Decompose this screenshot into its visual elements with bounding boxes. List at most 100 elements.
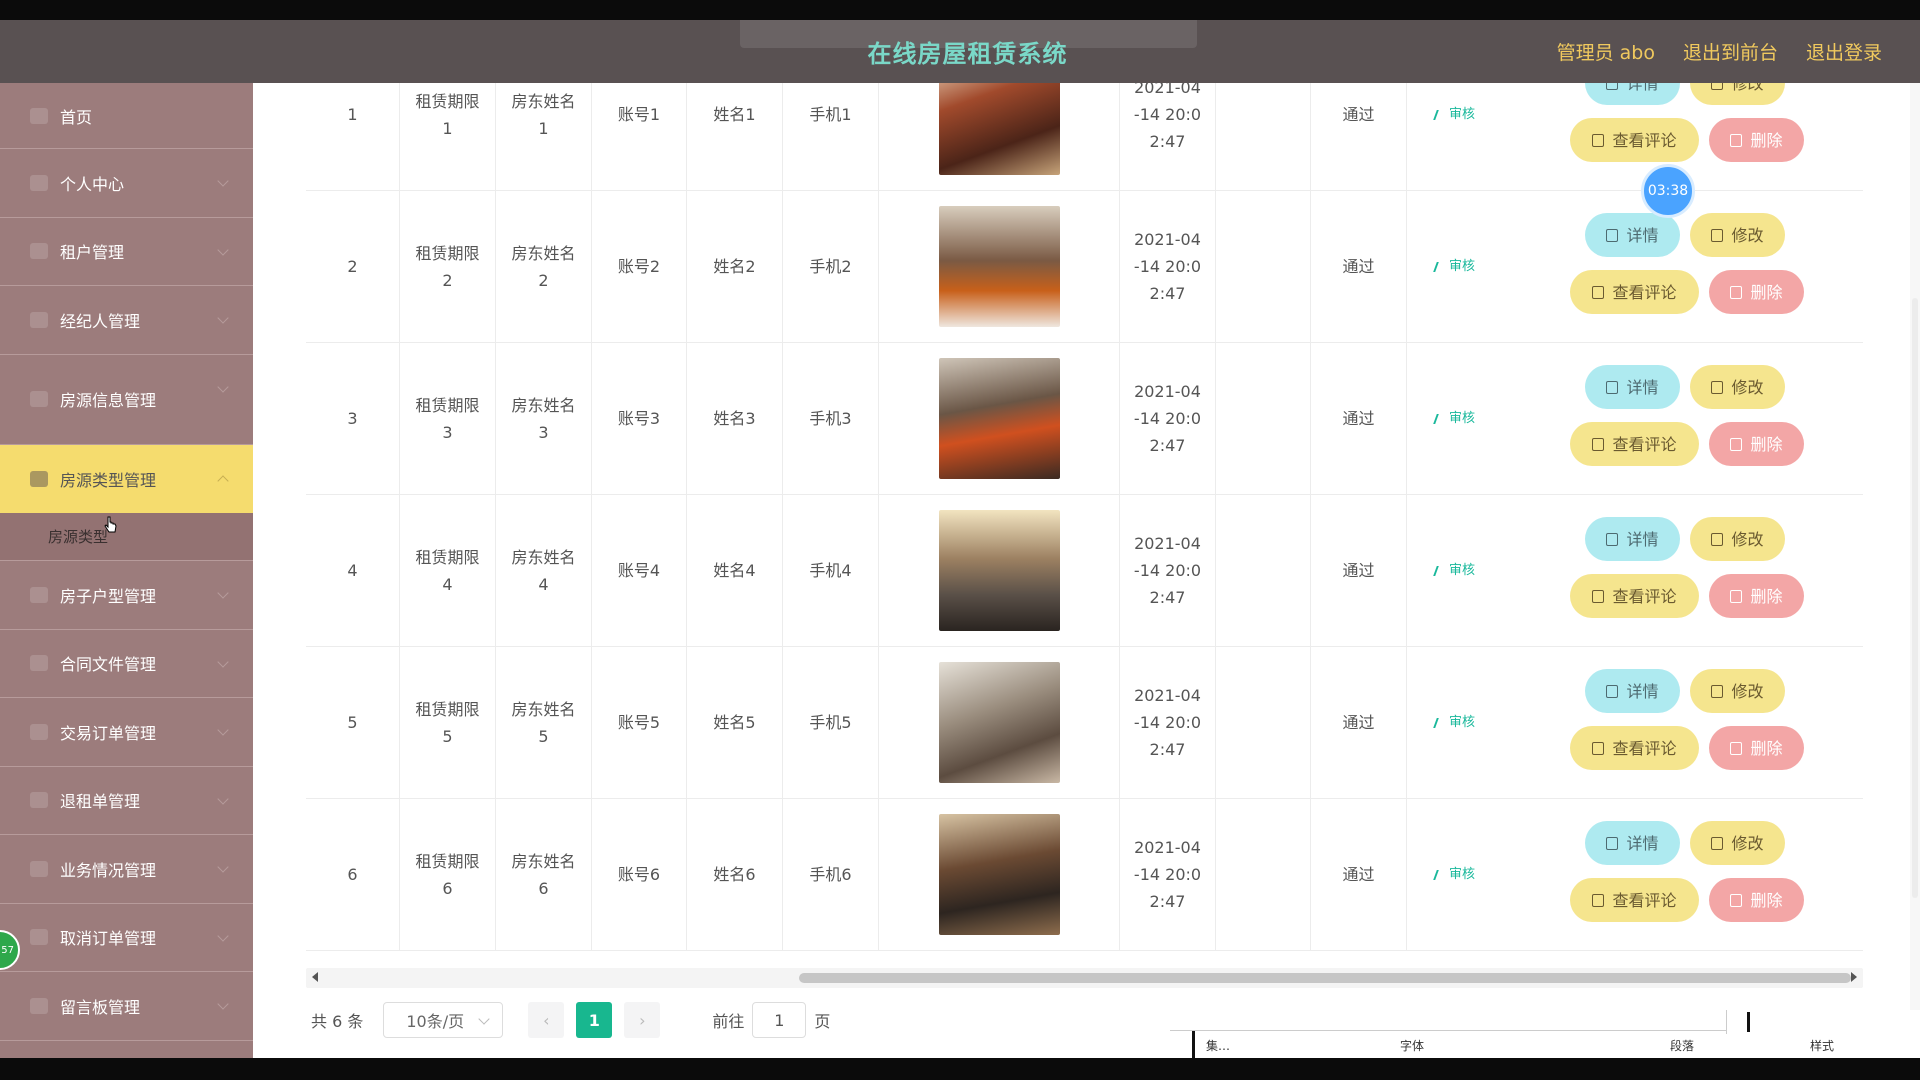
goto-page-input[interactable]: 1 — [752, 1002, 807, 1038]
text: 2 — [442, 270, 453, 290]
sidebar-subitem-listing-type[interactable]: 房源类型 — [0, 513, 253, 561]
sidebar-item-business[interactable]: 业务情况管理 — [0, 835, 253, 904]
cell-status: 通过 — [1311, 495, 1407, 646]
view-reviews-button[interactable]: 查看评论 — [1570, 422, 1699, 466]
page-number-current[interactable]: 1 — [576, 1002, 613, 1038]
document-icon — [1606, 228, 1619, 242]
detail-button[interactable]: 详情 — [1585, 517, 1680, 561]
vertical-scrollbar[interactable] — [1910, 83, 1920, 1058]
scrollbar-thumb[interactable] — [1912, 298, 1918, 898]
audit-link[interactable]: 审核 — [1433, 405, 1475, 432]
sidebar-item-label: 房源信息管理 — [60, 391, 157, 410]
view-reviews-button[interactable]: 查看评论 — [1570, 878, 1699, 922]
next-page-button[interactable]: › — [624, 1002, 661, 1038]
document-icon — [1606, 532, 1619, 546]
cell-account: 账号3 — [592, 343, 687, 494]
chevron-down-icon — [217, 175, 229, 187]
audit-link[interactable]: 审核 — [1433, 861, 1475, 888]
delete-button[interactable]: 删除 — [1709, 118, 1804, 162]
audit-link[interactable]: 审核 — [1433, 253, 1475, 280]
sidebar-item-personal-center[interactable]: 个人中心 — [0, 149, 253, 218]
cell-actions: 详情 修改 查看评论 删除 — [1503, 343, 1863, 494]
cell-phone: 手机1 — [783, 83, 879, 190]
scroll-left-icon[interactable] — [312, 972, 318, 982]
button-label: 删除 — [1750, 434, 1783, 454]
sidebar-item-listing-types[interactable]: 房源类型管理 — [0, 444, 253, 513]
view-reviews-button[interactable]: 查看评论 — [1570, 270, 1699, 314]
sidebar-item-orders[interactable]: 交易订单管理 — [0, 698, 253, 767]
edit-button[interactable]: 修改 — [1690, 83, 1785, 105]
detail-button[interactable]: 详情 — [1585, 365, 1680, 409]
logout-link[interactable]: 退出登录 — [1806, 38, 1882, 65]
cell-audit: 审核 — [1407, 191, 1503, 342]
scrollbar-thumb[interactable] — [799, 973, 1851, 983]
view-reviews-button[interactable]: 查看评论 — [1570, 118, 1699, 162]
room-photo[interactable] — [938, 83, 1060, 175]
room-photo[interactable] — [938, 814, 1060, 935]
cell-index: 3 — [306, 343, 400, 494]
cell-status: 通过 — [1311, 191, 1407, 342]
sidebar-item-listings[interactable]: 房源信息管理 — [0, 355, 253, 445]
view-reviews-button[interactable]: 查看评论 — [1570, 574, 1699, 618]
audit-link[interactable]: 审核 — [1433, 709, 1475, 736]
sidebar-item-cancellations[interactable]: 取消订单管理 — [0, 904, 253, 972]
sidebar-item-agents[interactable]: 经纪人管理 — [0, 286, 253, 355]
sidebar-subitem-label: 房源类型 — [48, 528, 109, 546]
sidebar-item-tenants[interactable]: 租户管理 — [0, 218, 253, 286]
audit-label: 审核 — [1448, 259, 1475, 274]
edit-button[interactable]: 修改 — [1690, 517, 1785, 561]
delete-button[interactable]: 删除 — [1709, 726, 1804, 770]
sidebar-item-label: 交易订单管理 — [60, 723, 157, 743]
chevron-down-icon — [217, 724, 229, 736]
exit-to-frontend-link[interactable]: 退出到前台 — [1683, 38, 1778, 65]
cell-landlord-name: 房东姓名 4 — [496, 495, 592, 646]
edit-button[interactable]: 修改 — [1690, 669, 1785, 713]
sidebar-item-home[interactable]: 首页 — [0, 83, 253, 149]
toolbar-label: 字体 — [1400, 1039, 1425, 1053]
detail-button[interactable]: 详情 — [1585, 669, 1680, 713]
view-reviews-button[interactable]: 查看评论 — [1570, 726, 1699, 770]
edit-button[interactable]: 修改 — [1690, 213, 1785, 257]
admin-user-label[interactable]: 管理员 abo — [1557, 38, 1655, 65]
cell-phone: 手机2 — [783, 191, 879, 342]
delete-button[interactable]: 删除 — [1709, 270, 1804, 314]
text: 5 — [442, 726, 453, 746]
cell-time: 2021-04 -14 20:0 2:47 — [1120, 647, 1216, 798]
button-label: 删除 — [1750, 738, 1783, 758]
cell-audit: 审核 — [1407, 495, 1503, 646]
room-photo[interactable] — [938, 510, 1060, 631]
edit-button[interactable]: 修改 — [1690, 365, 1785, 409]
edit-button[interactable]: 修改 — [1690, 821, 1785, 865]
sidebar-item-checkouts[interactable]: 退租单管理 — [0, 767, 253, 835]
cell-image — [879, 799, 1120, 950]
horizontal-scrollbar[interactable] — [306, 968, 1863, 988]
button-label: 删除 — [1750, 130, 1783, 150]
sidebar-item-floor-plans[interactable]: 房子户型管理 — [0, 561, 253, 630]
chevron-down-icon — [217, 312, 229, 324]
menu-icon — [30, 470, 48, 487]
room-photo[interactable] — [938, 206, 1060, 327]
room-photo[interactable] — [938, 358, 1060, 479]
audit-link[interactable]: 审核 — [1433, 557, 1475, 584]
sidebar-item-contracts[interactable]: 合同文件管理 — [0, 630, 253, 698]
page-size-select[interactable]: 10条/页 — [383, 1002, 504, 1038]
button-label: 详情 — [1626, 225, 1659, 245]
cell-account: 账号5 — [592, 647, 687, 798]
detail-button[interactable]: 详情 — [1585, 83, 1680, 105]
scroll-right-icon[interactable] — [1851, 972, 1857, 982]
text: 2021-04 — [1134, 230, 1201, 249]
delete-button[interactable]: 删除 — [1709, 422, 1804, 466]
prev-page-button[interactable]: ‹ — [528, 1002, 565, 1038]
detail-button[interactable]: 详情 — [1585, 821, 1680, 865]
room-photo[interactable] — [938, 662, 1060, 783]
chevron-down-icon — [217, 929, 229, 942]
audit-label: 审核 — [1448, 563, 1475, 578]
detail-button[interactable]: 详情 — [1585, 213, 1680, 257]
audit-link[interactable]: 审核 — [1433, 101, 1475, 128]
text: 2021-04 — [1134, 838, 1201, 857]
delete-button[interactable]: 删除 — [1709, 878, 1804, 922]
text: 1 — [442, 118, 453, 138]
trash-icon — [1730, 133, 1743, 147]
sidebar-item-messages[interactable]: 留言板管理 — [0, 972, 253, 1041]
delete-button[interactable]: 删除 — [1709, 574, 1804, 618]
